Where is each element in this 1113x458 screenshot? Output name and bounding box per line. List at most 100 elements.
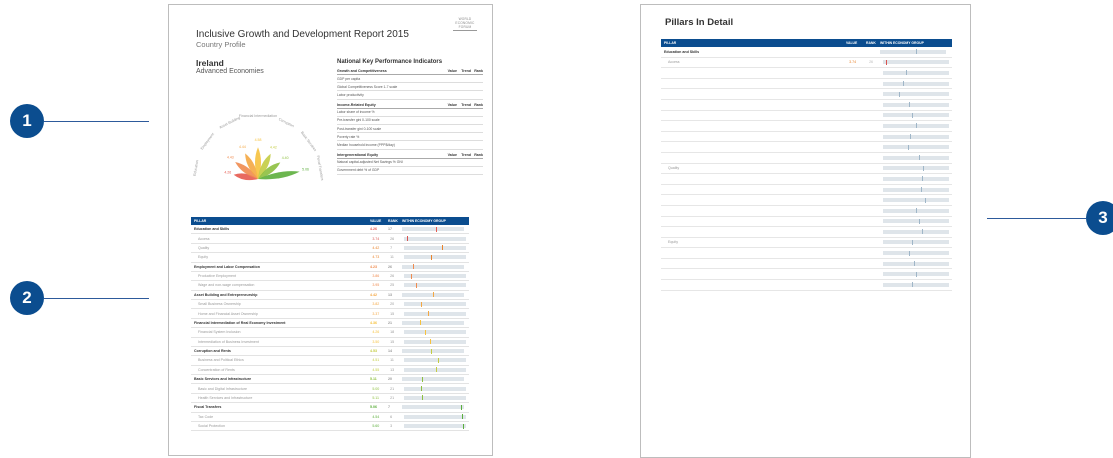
- pillar-value: 4.26: [370, 227, 377, 232]
- detail-position-marker: [909, 250, 911, 256]
- pillar-name: Financial System Inclusion: [198, 330, 241, 335]
- pillar-rank: 3: [390, 424, 393, 429]
- detail-value: 3.74: [849, 60, 857, 65]
- detail-position-marker: [910, 134, 912, 140]
- pillar-value: 3.74: [372, 236, 380, 241]
- detail-position-marker: [912, 112, 914, 118]
- kpi-row: Labor share of income %: [337, 109, 483, 117]
- radial-category-label: Fiscal Transfers: [316, 155, 324, 181]
- pillar-rank: 13: [390, 367, 395, 372]
- detail-position-marker: [915, 208, 917, 214]
- group-position-marker: [429, 339, 431, 345]
- group-position-bar: [404, 311, 466, 317]
- detail-indicator-row: [661, 195, 952, 206]
- detail-indicator-row: [661, 259, 952, 270]
- pillar-row: Asset Building and Entrepreneurship 4.42…: [191, 291, 469, 300]
- detail-position-bar: [883, 282, 950, 288]
- detail-subpillar-row: Equity: [661, 238, 952, 249]
- group-position-marker: [416, 282, 418, 288]
- pillar-table: PILLAR VALUE RANK WITHIN ECONOMY GROUP E…: [191, 217, 469, 432]
- group-position-bar: [404, 386, 466, 392]
- pillar-row: Education and Skills 4.26 17: [191, 225, 469, 235]
- detail-indicator-row: [661, 206, 952, 217]
- subpillar-row: Wage and non-wage compensation 3.95 25: [191, 281, 469, 291]
- subpillar-row: Access 3.74 26: [191, 234, 469, 244]
- pillar-name: Concentration of Rents: [198, 367, 235, 372]
- pillar-value: 4.51: [372, 358, 380, 363]
- detail-position-marker: [905, 70, 907, 76]
- detail-position-marker: [902, 81, 904, 87]
- pillar-rank: 18: [390, 330, 395, 335]
- pillar-name: Fiscal Transfers: [194, 405, 222, 410]
- detail-position-marker: [918, 155, 920, 161]
- group-position-marker: [431, 254, 433, 260]
- pillar-value: 3.82: [372, 302, 380, 307]
- pillar-value: 3.50: [372, 339, 380, 344]
- pillar-rank: 13: [388, 292, 392, 297]
- pillar-rank: 21: [390, 395, 395, 400]
- callout-1-badge: 1: [10, 104, 44, 138]
- pillar-rank: 17: [388, 227, 392, 232]
- radial-category-label: Education: [193, 160, 200, 176]
- group-position-bar: [404, 357, 466, 363]
- pillars-detail-page: Pillars In Detail PILLAR VALUE RANK WITH…: [640, 4, 971, 458]
- group-position-marker: [421, 301, 423, 307]
- subpillar-row: Home and Financial Asset Ownership 3.37 …: [191, 309, 469, 319]
- detail-indicator-row: [661, 79, 952, 90]
- detail-name: Access: [668, 60, 680, 65]
- pillar-rank: 20: [390, 302, 395, 307]
- kpi-row: Global Competitiveness Score 1-7 scale: [337, 83, 483, 92]
- detail-position-marker: [899, 91, 901, 97]
- group-position-bar: [404, 282, 466, 288]
- pillar-rank: 7: [390, 245, 393, 250]
- pillar-table-header: PILLAR VALUE RANK WITHIN ECONOMY GROUP: [191, 217, 469, 225]
- detail-indicator-row: [661, 280, 952, 291]
- radial-value-label: 4.43: [227, 155, 234, 159]
- subpillar-row: Health Services and Infrastructure 5.11 …: [191, 394, 469, 404]
- group-position-bar: [404, 254, 466, 260]
- pillar-value: 5.00: [372, 386, 380, 391]
- country-profile-page: Inclusive Growth and Development Report …: [168, 4, 493, 456]
- group-position-bar: [402, 320, 464, 326]
- pillar-rank: 7: [388, 405, 390, 410]
- callout-2-line: [44, 298, 149, 299]
- pillar-rank: 11: [390, 358, 394, 363]
- radial-category-label: Corruption: [278, 117, 295, 128]
- pillar-value: 5.11: [370, 377, 377, 382]
- pillar-value: 4.23: [370, 264, 377, 269]
- detail-indicator-row: [661, 142, 952, 153]
- logo-line-3: FORUM: [458, 25, 472, 29]
- detail-position-bar: [883, 59, 949, 65]
- pillar-rank: 11: [390, 255, 394, 260]
- detail-rank: 26: [869, 60, 874, 65]
- group-position-bar: [402, 226, 464, 232]
- detail-name: Quality: [668, 166, 680, 171]
- detail-indicator-row: [661, 68, 952, 79]
- group-position-bar: [404, 329, 466, 335]
- group-position-marker: [437, 357, 439, 363]
- pillar-value: 5.60: [372, 424, 380, 429]
- detail-position-bar: [883, 123, 950, 129]
- detail-indicator-row: [661, 121, 952, 132]
- kpi-row: Pre-transfer gini 0-100 scale: [337, 117, 483, 125]
- detail-position-bar: [883, 144, 950, 150]
- detail-position-marker: [914, 261, 916, 267]
- kpi-panel: National Key Performance Indicators Grow…: [337, 59, 483, 175]
- pillar-rank: 21: [388, 320, 392, 325]
- radial-value-label: 4.44: [239, 145, 246, 149]
- kpi-row: Labor productivity: [337, 91, 483, 100]
- kpi-title: National Key Performance Indicators: [337, 59, 443, 65]
- radial-value-label: 4.42: [270, 145, 277, 149]
- detail-position-marker: [907, 144, 909, 150]
- detail-position-marker: [915, 271, 917, 277]
- pillar-name: Business and Political Ethics: [198, 358, 244, 363]
- radial-category-label: Employment: [200, 132, 215, 150]
- subpillar-row: Concentration of Rents 4.55 13: [191, 366, 469, 375]
- callout-3-line: [987, 218, 1086, 219]
- subpillar-row: Productive Employment 3.86 26: [191, 272, 469, 282]
- pillar-value: 5.06: [370, 405, 377, 410]
- kpi-row: Government debt % of GDP: [337, 167, 483, 175]
- pillar-name: Employment and Labor Compensation: [194, 264, 260, 269]
- detail-indicator-row: [661, 111, 952, 122]
- group-position-bar: [402, 404, 464, 410]
